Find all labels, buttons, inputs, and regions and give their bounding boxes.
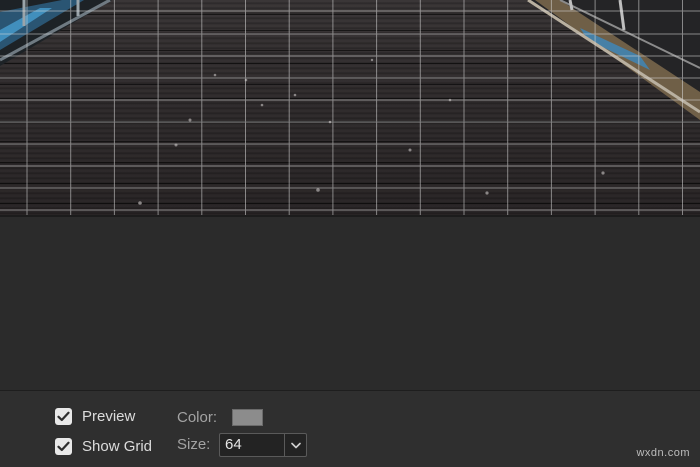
- watermark: wxdn.com: [636, 447, 690, 459]
- bridge-scene: [0, 0, 700, 215]
- preview-checkbox[interactable]: [55, 408, 72, 425]
- size-dropdown-button[interactable]: [284, 434, 306, 456]
- grid-size-value[interactable]: 64: [220, 434, 284, 456]
- checkmark-icon: [57, 441, 70, 452]
- grid-options-panel: Preview Show Grid Color: Size: 64 wxdn.c…: [0, 390, 700, 467]
- show-grid-checkbox[interactable]: [55, 438, 72, 455]
- show-grid-option[interactable]: Show Grid: [55, 438, 152, 455]
- canvas-background: [0, 217, 700, 390]
- preview-option[interactable]: Preview: [55, 408, 135, 425]
- chevron-down-icon: [290, 442, 301, 448]
- grid-size-select[interactable]: 64: [219, 433, 307, 457]
- grid-color-swatch[interactable]: [232, 409, 263, 426]
- size-label: Size:: [177, 436, 211, 453]
- checkmark-icon: [57, 411, 70, 422]
- color-label: Color:: [177, 409, 218, 426]
- show-grid-label[interactable]: Show Grid: [82, 438, 152, 455]
- preview-label[interactable]: Preview: [82, 408, 135, 425]
- grid-overlay: [0, 0, 700, 215]
- image-preview: [0, 0, 700, 217]
